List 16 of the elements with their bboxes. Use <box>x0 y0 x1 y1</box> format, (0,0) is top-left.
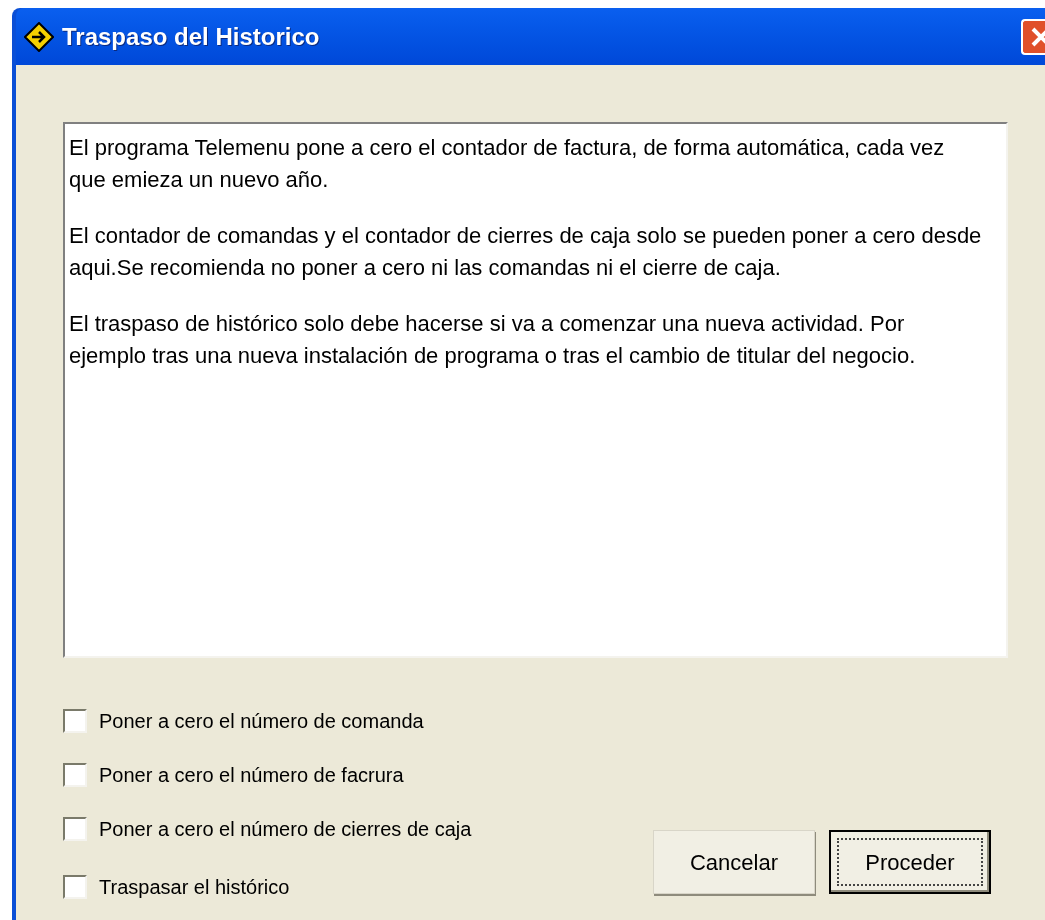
dialog-button[interactable]: Cancelar <box>653 830 815 894</box>
checkbox[interactable] <box>63 817 87 841</box>
message-text-area[interactable] <box>63 122 1008 658</box>
message-paragraph: El traspaso de histórico solo debe hacerse si va a comenzar una nueva actividad. Por ejemplo tras una nueva instalación de programa o tras el cambio de titular del negocio. <box>69 310 917 370</box>
message-paragraph: El programa Telemenu pone a cero el contador de factura, de forma automática, cada vez que emieza un nuevo año. <box>69 134 946 194</box>
checkbox-label: Poner a cero el número de comanda <box>99 709 424 734</box>
checkbox-label: Traspasar el histórico <box>99 875 290 900</box>
checkbox[interactable] <box>63 763 87 787</box>
checkbox[interactable] <box>63 875 87 899</box>
window-title: Traspaso del Historico <box>62 21 320 52</box>
message-paragraph: El contador de comandas y el contador de cierres de caja solo se pueden poner a cero desde aqui.Se recomienda no poner a cero ni las comandas ni el cierre de caja. <box>69 222 983 282</box>
checkbox[interactable] <box>63 709 87 733</box>
diamond-arrow-icon <box>24 21 54 52</box>
checkbox-label: Poner a cero el número de cierres de caja <box>99 817 472 842</box>
checkbox-label: Poner a cero el número de facrura <box>99 763 404 788</box>
dialog-button[interactable]: Proceder <box>829 830 991 894</box>
